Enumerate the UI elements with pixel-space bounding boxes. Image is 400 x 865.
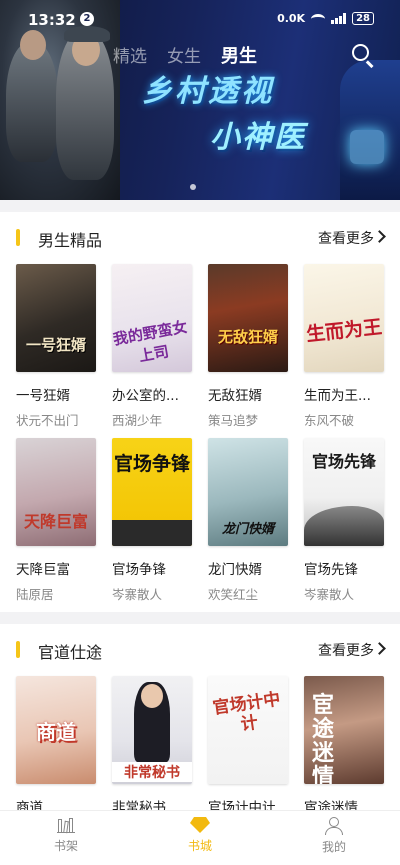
- book-cover[interactable]: 无敌狂婿: [208, 264, 288, 372]
- book-author: 状元不出门: [16, 413, 79, 428]
- book-author: 岑寨散人: [304, 587, 355, 602]
- book-card[interactable]: 天降巨富 天降巨富 陆原居: [16, 438, 96, 603]
- search-icon[interactable]: [350, 42, 376, 68]
- book-cover[interactable]: 官场先锋: [304, 438, 384, 546]
- banner-subtitle: 小神医: [210, 120, 306, 155]
- nav-label: 我的: [321, 840, 346, 854]
- notification-count-badge: 2: [80, 12, 94, 26]
- book-title: 无敌狂婿: [208, 388, 262, 404]
- book-title: 官场先锋: [304, 562, 358, 578]
- profile-icon: [325, 817, 343, 835]
- chevron-right-icon[interactable]: [373, 230, 386, 243]
- section-accent-bar: [16, 229, 20, 246]
- book-card[interactable]: 宦途迷情 宦途迷情: [304, 676, 384, 816]
- book-card[interactable]: 非常秘书 非常秘书: [112, 676, 192, 816]
- book-author: 东风不破: [304, 413, 355, 428]
- book-title: 官场争锋: [112, 562, 166, 578]
- book-author: 岑寨散人: [112, 587, 163, 602]
- nav-label: 书架: [53, 839, 78, 853]
- battery-icon: 28: [352, 12, 374, 25]
- section-title: 官道仕途: [38, 643, 103, 662]
- section-header-officialdom: 官道仕途 查看更多: [0, 634, 400, 664]
- book-cover[interactable]: 一号狂婿: [16, 264, 96, 372]
- bottom-navigation: 书架 书城 我的: [0, 810, 400, 865]
- section-accent-bar: [16, 641, 20, 658]
- book-cover[interactable]: 官场计中计: [208, 676, 288, 784]
- book-cover[interactable]: 非常秘书: [112, 676, 192, 784]
- book-card[interactable]: 无敌狂婿 无敌狂婿 策马追梦: [208, 264, 288, 429]
- book-cover[interactable]: 龙门快婿: [208, 438, 288, 546]
- book-cover[interactable]: 商道: [16, 676, 96, 784]
- book-author: 欢笑红尘: [208, 587, 259, 602]
- signal-icon: [331, 13, 347, 24]
- book-author: 策马追梦: [208, 413, 259, 428]
- chevron-right-icon[interactable]: [373, 642, 386, 655]
- book-card[interactable]: 生而为王 生而为王... 东风不破: [304, 264, 384, 429]
- book-card[interactable]: 官场先锋 官场先锋 岑寨散人: [304, 438, 384, 603]
- banner-character-art: [340, 60, 400, 200]
- tab-featured[interactable]: 精选: [113, 42, 147, 68]
- view-more-link[interactable]: 查看更多: [318, 228, 374, 248]
- banner-page-indicator: [190, 184, 196, 190]
- category-tabs: 精选 女生 男生: [113, 42, 257, 68]
- book-cover[interactable]: 天降巨富: [16, 438, 96, 546]
- nav-bookstore[interactable]: 书城: [170, 817, 230, 854]
- book-card[interactable]: 官场计中计 官场计中计: [208, 676, 288, 816]
- nav-bookshelf[interactable]: 书架: [36, 817, 96, 854]
- wifi-icon: [311, 13, 326, 24]
- book-cover[interactable]: 我的野蛮女上司: [112, 264, 192, 372]
- book-title: 一号狂婿: [16, 388, 70, 404]
- book-author: 西湖少年: [112, 413, 163, 428]
- section-header-male-picks: 男生精品 查看更多: [0, 222, 400, 252]
- status-bar: 13:32 2 0.0K 28: [0, 0, 400, 34]
- book-cover[interactable]: 宦途迷情: [304, 676, 384, 784]
- book-cover[interactable]: 生而为王: [304, 264, 384, 372]
- book-cover[interactable]: 官场争锋: [112, 438, 192, 546]
- book-card[interactable]: 官场争锋 官场争锋 岑寨散人: [112, 438, 192, 603]
- book-card[interactable]: 一号狂婿 一号狂婿 状元不出门: [16, 264, 96, 429]
- book-author: 陆原居: [16, 587, 54, 602]
- nav-profile[interactable]: 我的: [304, 817, 364, 855]
- nav-label: 书城: [187, 839, 212, 853]
- book-title: 生而为王...: [304, 388, 371, 404]
- section-divider: [0, 612, 400, 624]
- section-title: 男生精品: [38, 231, 103, 250]
- view-more-link[interactable]: 查看更多: [318, 640, 374, 660]
- network-speed: 0.0K: [277, 12, 306, 25]
- book-title: 办公室的...: [112, 388, 179, 404]
- tab-male[interactable]: 男生: [221, 42, 257, 68]
- bookshelf-icon: [57, 817, 75, 834]
- tab-female[interactable]: 女生: [167, 42, 201, 68]
- book-card[interactable]: 商道 商道: [16, 676, 96, 816]
- section-divider: [0, 200, 400, 212]
- book-title: 天降巨富: [16, 562, 70, 578]
- book-title: 龙门快婿: [208, 562, 262, 578]
- bookstore-icon: [190, 817, 210, 833]
- banner-title: 乡村透视: [142, 74, 274, 109]
- status-time: 13:32: [28, 11, 76, 29]
- book-card[interactable]: 我的野蛮女上司 办公室的... 西湖少年: [112, 264, 192, 429]
- book-card[interactable]: 龙门快婿 龙门快婿 欢笑红尘: [208, 438, 288, 603]
